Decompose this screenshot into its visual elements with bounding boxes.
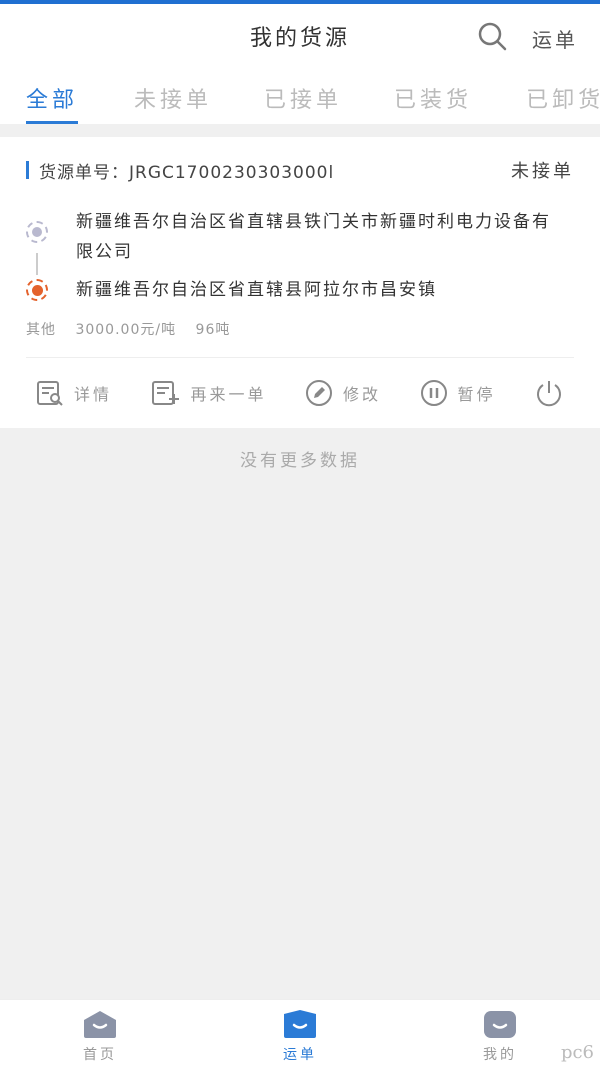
power-icon	[537, 381, 561, 407]
pause-icon	[420, 380, 447, 406]
cargo-meta: 其他 3000.00元/吨 96吨	[26, 305, 574, 357]
pause-label: 暂停	[457, 385, 496, 404]
reorder-label: 再来一单	[190, 385, 267, 404]
destination-row: 新疆维吾尔自治区省直辖县阿拉尔市昌安镇	[26, 275, 574, 305]
cancel-button[interactable]	[534, 378, 574, 408]
shipment-card[interactable]: 货源单号：JRGC1700230303000l 未接单 新疆维吾尔自治区省直辖县…	[0, 137, 600, 428]
origin-address: 新疆维吾尔自治区省直辖县铁门关市新疆时利电力设备有限公司	[76, 212, 551, 262]
card-actions: 详情 再来一单 修改 暂停	[26, 358, 574, 428]
tab-not-accepted[interactable]: 未接单	[134, 68, 212, 124]
pause-button[interactable]: 暂停	[420, 379, 496, 407]
destination-dot-icon	[26, 279, 48, 301]
cargo-weight: 96吨	[195, 322, 231, 338]
profile-icon	[484, 1011, 516, 1038]
order-number-text: 货源单号：JRGC1700230303000l	[39, 162, 335, 183]
status-badge: 未接单	[511, 161, 574, 182]
edit-button[interactable]: 修改	[305, 379, 381, 407]
nav-label-waybill: 运单	[283, 1047, 317, 1063]
waybill-link[interactable]: 运单	[532, 24, 578, 53]
reorder-icon	[151, 381, 179, 405]
bottom-nav: 首页 运单 我的	[0, 999, 600, 1069]
origin-dot-icon	[26, 221, 48, 243]
order-number: 货源单号：JRGC1700230303000l	[26, 158, 334, 183]
detail-icon	[37, 381, 63, 406]
detail-button[interactable]: 详情	[36, 380, 112, 406]
nav-label-home: 首页	[83, 1047, 117, 1063]
tab-all[interactable]: 全部	[26, 68, 79, 124]
nav-item-waybill[interactable]: 运单	[200, 1000, 400, 1069]
watermark-logo: pc6	[560, 1042, 594, 1063]
status-tabs: 全部 未接单 已接单 已装货 已卸货	[0, 68, 600, 124]
tab-accepted[interactable]: 已接单	[264, 68, 342, 124]
cargo-type: 其他	[26, 322, 56, 338]
tab-unloaded[interactable]: 已卸货	[526, 68, 600, 124]
section-gap	[0, 124, 600, 137]
nav-item-home[interactable]: 首页	[0, 1000, 200, 1069]
destination-address: 新疆维吾尔自治区省直辖县阿拉尔市昌安镇	[76, 280, 437, 300]
reorder-button[interactable]: 再来一单	[151, 380, 267, 406]
app-header: 我的货源 运单	[0, 4, 600, 68]
tab-loaded[interactable]: 已装货	[394, 68, 472, 124]
home-icon	[84, 1011, 116, 1038]
detail-label: 详情	[74, 385, 113, 404]
card-header: 货源单号：JRGC1700230303000l 未接单	[26, 137, 574, 203]
page-title: 我的货源	[249, 26, 350, 51]
search-icon[interactable]	[476, 20, 508, 52]
order-accent-bar	[26, 161, 29, 179]
origin-row: 新疆维吾尔自治区省直辖县铁门关市新疆时利电力设备有限公司	[26, 207, 574, 267]
edit-icon	[306, 380, 332, 406]
edit-label: 修改	[343, 385, 382, 404]
route: 新疆维吾尔自治区省直辖县铁门关市新疆时利电力设备有限公司 新疆维吾尔自治区省直辖…	[26, 203, 574, 305]
waybill-icon	[284, 1010, 316, 1038]
route-connector	[36, 253, 38, 275]
nav-label-profile: 我的	[483, 1047, 517, 1063]
no-more-data: 没有更多数据	[240, 451, 360, 471]
cargo-price: 3000.00元/吨	[75, 322, 177, 338]
